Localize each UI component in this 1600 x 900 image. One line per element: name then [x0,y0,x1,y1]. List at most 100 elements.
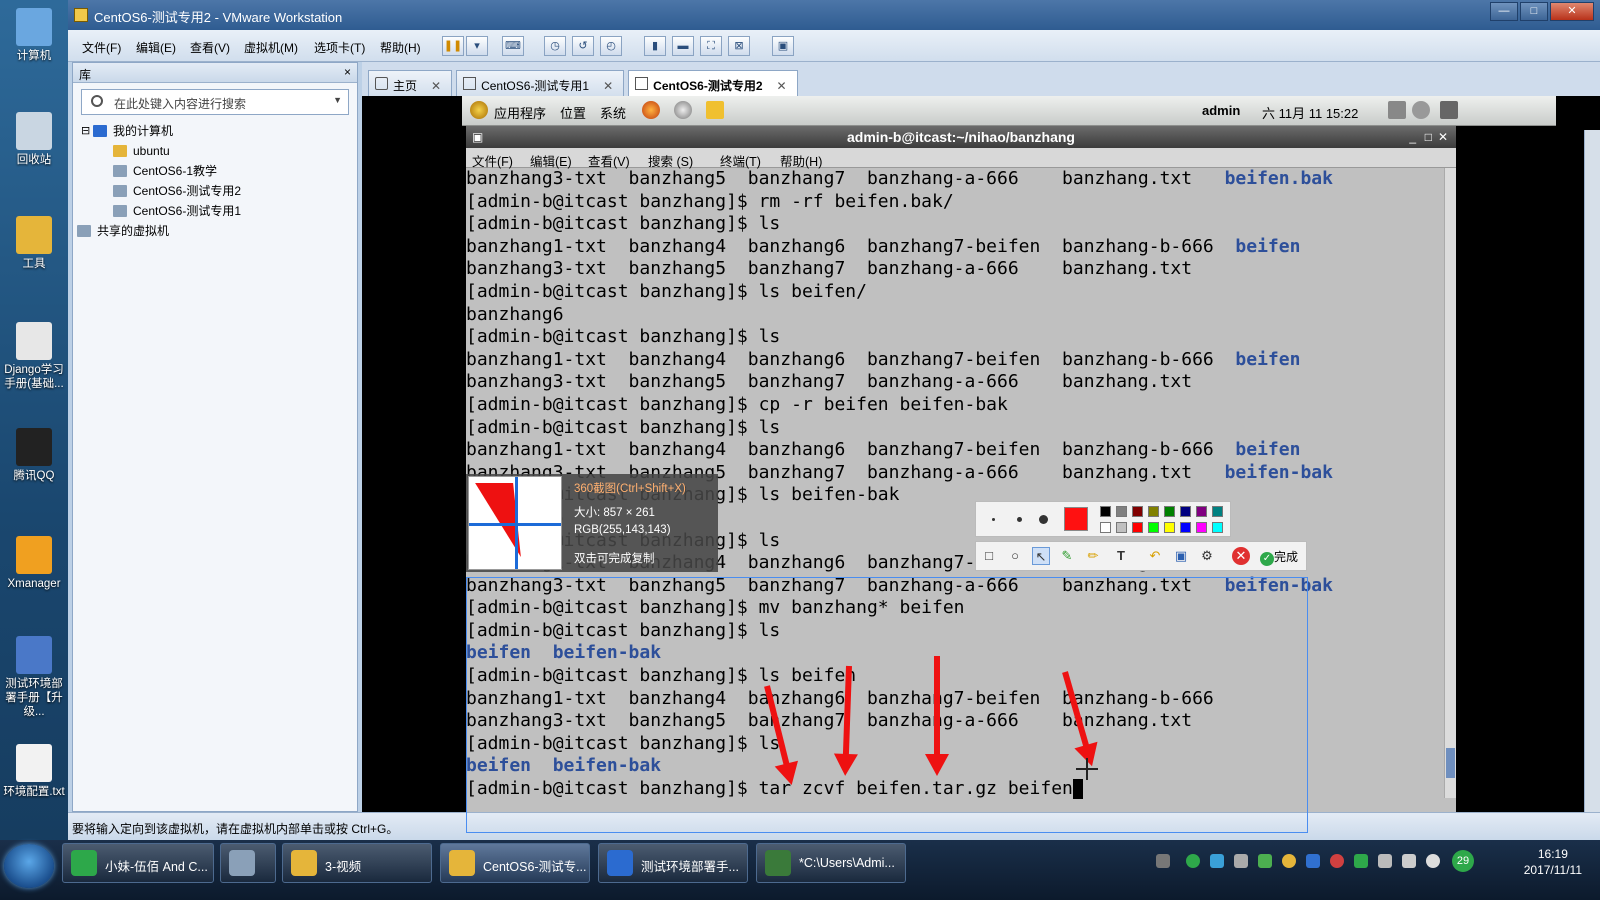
color-swatch[interactable] [1196,522,1207,533]
color-swatch[interactable] [1116,506,1127,517]
snapshot-icon[interactable]: ◷ [544,36,566,56]
desktop-icon[interactable]: 环境配置.txt [2,744,66,799]
flag-icon[interactable] [1402,854,1416,868]
places-menu[interactable]: 位置 [560,103,586,122]
tab-home[interactable]: 主页 ✕ [368,70,453,96]
edit-icon[interactable] [706,101,724,119]
color-swatch[interactable] [1100,506,1111,517]
tray-app-icon[interactable] [1330,854,1344,868]
color-swatch[interactable] [1148,522,1159,533]
close-button[interactable]: ✕ [1550,2,1594,21]
desktop-icon[interactable]: 工具 [2,216,66,271]
tab-centos6-test2[interactable]: CentOS6-测试专用2 ✕ [628,70,798,96]
expand-icon[interactable]: ⊟ [81,121,90,141]
tree-item[interactable]: CentOS6-1教学 [73,161,357,181]
guest-user[interactable]: admin [1202,103,1240,118]
scrollbar-thumb[interactable] [1446,748,1455,778]
color-swatch[interactable] [1148,506,1159,517]
sidebar-toggle-icon[interactable]: ▮ [644,36,666,56]
snapshot-manager-icon[interactable]: ◴ [600,36,622,56]
display-icon[interactable] [1440,101,1458,119]
tray-app-icon[interactable] [1306,854,1320,868]
unity-icon[interactable]: ⊠ [728,36,750,56]
undo-icon[interactable]: ↶ [1146,547,1164,565]
ellipse-icon[interactable]: ○ [1006,547,1024,565]
terminal-scrollbar[interactable] [1444,168,1456,798]
menu-file[interactable]: 文件(F) [82,39,121,56]
badge-icon[interactable]: 29 [1452,850,1474,872]
library-search-input[interactable]: 在此处键入内容进行搜索 ▼ [81,89,349,115]
library-close-icon[interactable]: × [344,65,351,79]
rectangle-icon[interactable]: □ [980,547,998,565]
color-swatch[interactable] [1132,522,1143,533]
pen-size-option[interactable] [1038,514,1048,524]
network-status-icon[interactable] [1388,101,1406,119]
keyboard-icon[interactable] [1156,854,1170,868]
firefox-icon[interactable] [642,101,660,119]
close-icon[interactable]: ✕ [777,79,787,93]
tree-item[interactable]: 共享的虚拟机 [73,221,357,241]
color-swatch[interactable] [1212,522,1223,533]
guest-datetime[interactable]: 六 11月 11 15:22 [1262,103,1358,122]
taskbar-item[interactable]: 3-视频 [282,843,432,883]
security-icon[interactable] [1258,854,1272,868]
start-button[interactable] [4,844,54,888]
color-swatch[interactable] [1180,522,1191,533]
minimize-button[interactable]: — [1490,2,1518,21]
tray-app-icon[interactable] [1354,854,1368,868]
save-icon[interactable]: ▣ [1172,547,1190,565]
color-swatch[interactable] [1164,522,1175,533]
color-swatch[interactable] [1116,522,1127,533]
volume-icon[interactable] [1426,854,1440,868]
thumbnail-view-icon[interactable]: ▣ [772,36,794,56]
tray-app-icon[interactable] [1234,854,1248,868]
desktop-icon[interactable]: Django学习手册(基础... [2,322,66,391]
taskbar-item[interactable]: *C:\Users\Admi... [756,843,906,883]
done-button[interactable]: ✓ 完成 [1260,548,1298,566]
applications-menu[interactable]: 应用程序 [494,103,546,122]
tab-centos6-test1[interactable]: CentOS6-测试专用1 ✕ [456,70,625,96]
terminal-close-button[interactable]: ✕ [1438,126,1448,148]
chevron-down-icon[interactable]: ▾ [466,36,488,56]
color-swatch[interactable] [1132,506,1143,517]
pen-size-option[interactable] [991,517,995,521]
desktop-icon[interactable]: 测试环境部署手册【升级... [2,636,66,719]
color-swatch[interactable] [1212,506,1223,517]
brush-icon[interactable]: ✎ [1058,547,1076,565]
current-color-swatch[interactable] [1064,507,1088,531]
desktop-icon[interactable]: 计算机 [2,8,66,63]
taskbar-item[interactable]: CentOS6-测试专... [440,843,590,883]
color-swatch[interactable] [1100,522,1111,533]
network-icon[interactable] [674,101,692,119]
menu-edit[interactable]: 编辑(E) [136,39,176,56]
send-keys-icon[interactable]: ⌨ [502,36,524,56]
maximize-button[interactable]: □ [1520,2,1548,21]
taskbar-item[interactable]: 测试环境部署手... [598,843,748,883]
color-swatch[interactable] [1196,506,1207,517]
tree-item[interactable]: ubuntu [73,141,357,161]
taskbar-item[interactable] [220,843,276,883]
desktop-icon[interactable]: 回收站 [2,112,66,167]
menu-view[interactable]: 查看(V) [190,39,230,56]
color-swatch[interactable] [1164,506,1175,517]
color-swatch[interactable] [1180,506,1191,517]
tray-app-icon[interactable] [1186,854,1200,868]
tray-app-icon[interactable] [1210,854,1224,868]
desktop-icon[interactable]: Xmanager [2,536,66,591]
tree-item[interactable]: CentOS6-测试专用2 [73,181,357,201]
system-menu[interactable]: 系统 [600,103,626,122]
menu-vm[interactable]: 虚拟机(M) [244,39,298,56]
pause-icon[interactable]: ❚❚ [442,36,464,56]
text-tool-icon[interactable]: T [1112,547,1130,565]
tree-item[interactable]: CentOS6-测试专用1 [73,201,357,221]
vm-scrollbar[interactable] [1584,130,1600,846]
terminal-minimize-button[interactable]: _ [1409,126,1416,148]
network-icon[interactable] [1378,854,1392,868]
arrow-tool-icon[interactable]: ↖ [1032,547,1050,565]
menu-help[interactable]: 帮助(H) [380,39,421,56]
tree-item[interactable]: ⊟ 我的计算机 [73,121,357,141]
highlighter-icon[interactable]: ✏ [1084,547,1102,565]
volume-icon[interactable] [1412,101,1430,119]
tray-app-icon[interactable] [1282,854,1296,868]
fullscreen-icon[interactable]: ⛶ [700,36,722,56]
